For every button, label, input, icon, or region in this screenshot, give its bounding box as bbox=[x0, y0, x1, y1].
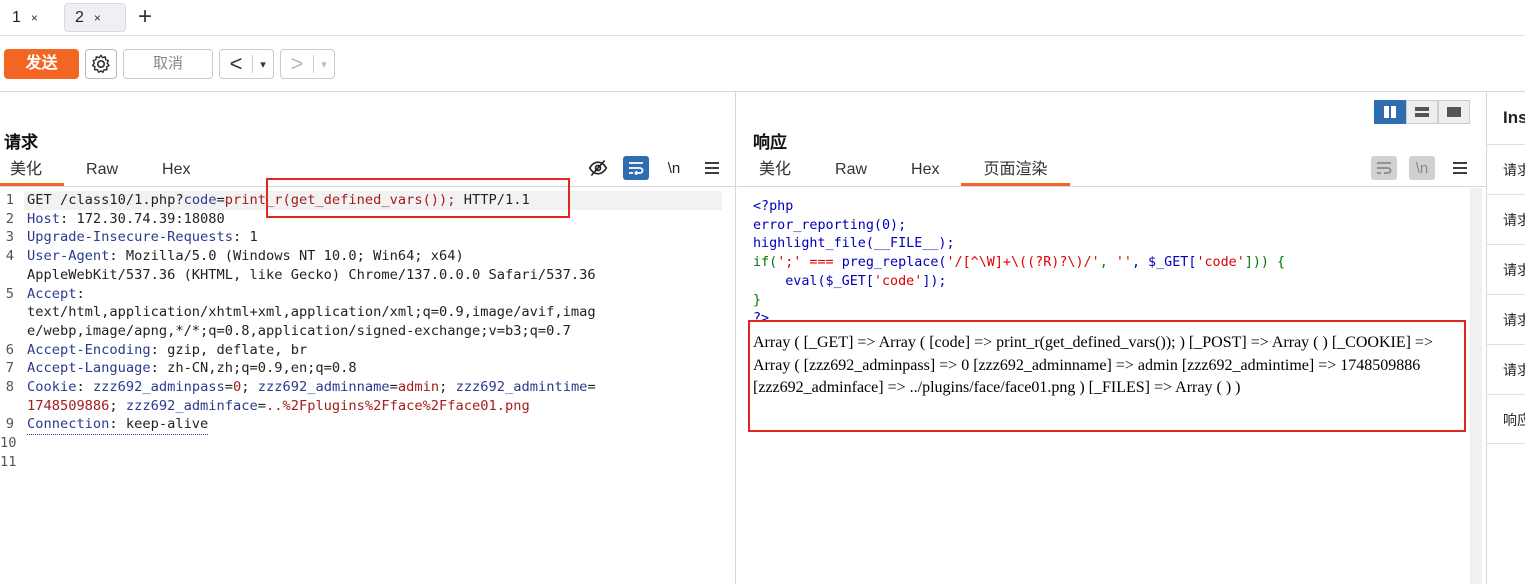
tab-render[interactable]: 页面渲染 bbox=[961, 156, 1070, 186]
tab-hex[interactable]: Hex bbox=[889, 156, 961, 186]
request-title: 请求 bbox=[4, 133, 38, 152]
response-editor-icons: \n bbox=[1359, 156, 1473, 180]
request-line: e/webp,image/apng,*/*;q=0.8,application/… bbox=[27, 322, 571, 339]
newline-icon[interactable]: \n bbox=[661, 156, 687, 180]
tab-2[interactable]: 2 × bbox=[64, 3, 126, 32]
inspector-row[interactable]: 请求 bbox=[1487, 294, 1525, 344]
settings-button[interactable] bbox=[85, 49, 117, 79]
inspector-row[interactable]: 响应 bbox=[1487, 394, 1525, 444]
highlight-box bbox=[748, 320, 1466, 432]
forward-button[interactable]: > ▾ bbox=[280, 49, 335, 79]
back-button[interactable]: < ▾ bbox=[219, 49, 274, 79]
request-view-tabs: 美化 Raw Hex bbox=[0, 156, 212, 186]
request-line: User-Agent: Mozilla/5.0 (Windows NT 10.0… bbox=[27, 248, 464, 265]
scrollbar[interactable] bbox=[1470, 188, 1482, 584]
php-source: <?php error_reporting(0); highlight_file… bbox=[753, 199, 1286, 327]
toolbar: 发送 取消 < ▾ > ▾ bbox=[0, 36, 1525, 92]
newline-icon[interactable]: \n bbox=[1409, 156, 1435, 180]
tab-bar: 1 × 2 × + bbox=[0, 0, 1525, 36]
response-view-tabs: 美化 Raw Hex 页面渲染 bbox=[737, 156, 1070, 186]
menu-icon[interactable] bbox=[1447, 156, 1473, 180]
tab-raw[interactable]: Raw bbox=[813, 156, 889, 186]
word-wrap-icon[interactable] bbox=[1371, 156, 1397, 180]
request-line: text/html,application/xhtml+xml,applicat… bbox=[27, 304, 596, 321]
tab-hex[interactable]: Hex bbox=[140, 156, 212, 186]
close-icon[interactable]: × bbox=[31, 11, 38, 25]
request-line: Connection: keep-alive bbox=[27, 415, 209, 436]
chevron-left-icon: < bbox=[229, 51, 243, 76]
request-line: Accept-Encoding: gzip, deflate, br bbox=[27, 341, 308, 358]
request-line: Host: 172.30.74.39:18080 bbox=[27, 210, 225, 227]
inspector-panel: Ins 请求 请求 请求 请求 请求 响应 bbox=[1487, 92, 1525, 584]
request-editor[interactable]: 1 2 3 4 5 6 7 8 9 10 11 GET /class10/1.p… bbox=[0, 191, 725, 491]
chevron-down-icon[interactable]: ▾ bbox=[253, 58, 273, 71]
layout-switcher bbox=[1374, 100, 1470, 124]
tab-raw[interactable]: Raw bbox=[64, 156, 140, 186]
request-panel: 请求 美化 Raw Hex \n 1 2 3 4 5 6 7 8 9 10 11… bbox=[0, 92, 736, 584]
tab-label: 1 bbox=[12, 8, 21, 26]
inspector-row[interactable]: 请求 bbox=[1487, 244, 1525, 294]
chevron-down-icon[interactable]: ▾ bbox=[314, 58, 334, 71]
response-title: 响应 bbox=[753, 133, 787, 152]
request-line: AppleWebKit/537.36 (KHTML, like Gecko) C… bbox=[27, 266, 596, 283]
gear-icon bbox=[91, 54, 110, 73]
request-line: Cookie: zzz692_adminpass=0; zzz692_admin… bbox=[27, 379, 596, 395]
request-line: Accept-Language: zh-CN,zh;q=0.9,en;q=0.8 bbox=[27, 360, 357, 377]
tab-label: 2 bbox=[75, 8, 84, 26]
inspector-row[interactable]: 请求 bbox=[1487, 144, 1525, 194]
eye-off-icon[interactable] bbox=[585, 156, 611, 180]
send-button[interactable]: 发送 bbox=[4, 49, 79, 79]
new-tab-button[interactable]: + bbox=[138, 4, 152, 30]
request-line: Upgrade-Insecure-Requests: 1 bbox=[27, 229, 258, 246]
split-horizontal-icon[interactable] bbox=[1406, 100, 1438, 124]
response-panel: 响应 美化 Raw Hex 页面渲染 \n <?php error_report… bbox=[737, 92, 1487, 584]
tab-pretty[interactable]: 美化 bbox=[737, 156, 813, 186]
request-line: Accept: bbox=[27, 285, 85, 302]
inspector-title: Ins bbox=[1503, 108, 1525, 127]
inspector-row[interactable]: 请求 bbox=[1487, 344, 1525, 394]
word-wrap-icon[interactable] bbox=[623, 156, 649, 180]
cancel-button[interactable]: 取消 bbox=[123, 49, 213, 79]
split-vertical-icon[interactable] bbox=[1374, 100, 1406, 124]
menu-icon[interactable] bbox=[699, 156, 725, 180]
request-line: 1748509886; zzz692_adminface=..%2Fplugin… bbox=[27, 397, 530, 414]
tab-pretty[interactable]: 美化 bbox=[0, 156, 65, 186]
chevron-right-icon: > bbox=[290, 51, 304, 76]
close-icon[interactable]: × bbox=[94, 11, 101, 25]
tab-1[interactable]: 1 × bbox=[2, 3, 56, 32]
single-pane-icon[interactable] bbox=[1438, 100, 1470, 124]
inspector-row[interactable]: 请求 bbox=[1487, 194, 1525, 244]
highlight-box bbox=[266, 178, 570, 218]
request-editor-icons: \n bbox=[573, 156, 725, 180]
